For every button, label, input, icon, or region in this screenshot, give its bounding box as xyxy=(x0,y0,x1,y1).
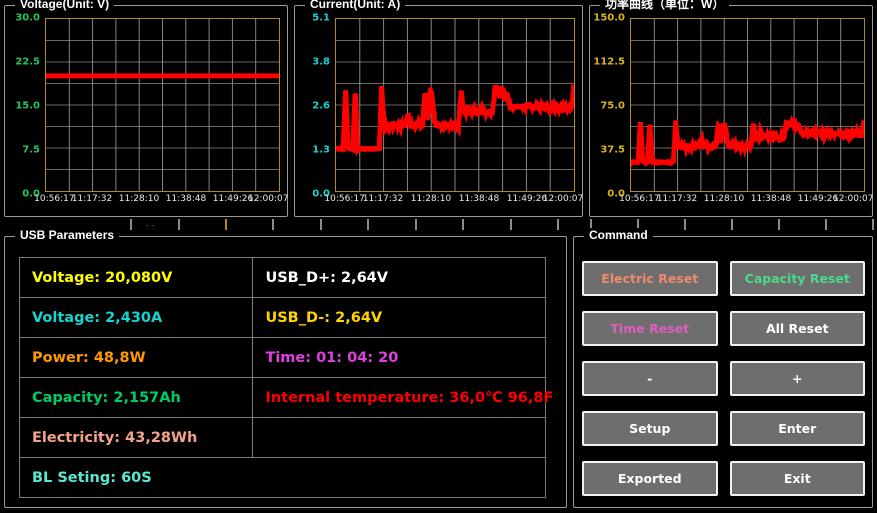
current-x-tick-label: 11:28:10 xyxy=(410,194,452,204)
clipped-tick xyxy=(415,219,417,230)
application-window: Voltage(Unit: V) 30.0 22.5 15.0 7.5 0.0 10:5… xyxy=(0,0,877,513)
current-y-tick-label: 2.6 xyxy=(312,100,330,112)
power-x-tick-label: 11:28:10 xyxy=(703,194,745,204)
power-x-axis: 10:56:17 11:17:32 11:28:10 11:38:48 11:49:26… xyxy=(619,194,873,208)
clipped-tick xyxy=(778,219,780,230)
command-button-exported[interactable]: Exported xyxy=(582,461,718,496)
clipped-tick xyxy=(825,219,827,230)
usb-param-cell: Time: 01: 04: 20 xyxy=(252,337,546,378)
usb-parameters-panel: USB Parameters Voltage: 20,080V USB_D+: 2… xyxy=(4,228,567,508)
current-y-tick-label: 1.3 xyxy=(312,144,330,156)
current-x-tick-label: 12:00:07 xyxy=(542,194,584,204)
power-y-tick-label: 112.5 xyxy=(593,56,625,68)
clipped-tick xyxy=(367,219,369,230)
power-y-axis: 150.0 112.5 75.0 37.5 0.0 xyxy=(590,6,628,216)
current-x-tick-label: 11:17:32 xyxy=(362,194,404,204)
voltage-x-tick-label: 10:56:17 xyxy=(34,194,75,204)
current-y-tick-label: 3.8 xyxy=(312,56,330,68)
voltage-y-tick-label: 22.5 xyxy=(15,56,40,68)
voltage-x-tick-label: 11:17:32 xyxy=(71,194,113,204)
power-x-tick-label: 11:38:48 xyxy=(750,194,792,204)
clipped-tick xyxy=(225,219,227,230)
usb-param-cell: USB_D+: 2,64V xyxy=(252,257,546,298)
current-chart-body: 5.1 3.8 2.6 1.3 0.0 10:56:17 11:17:32 11:28:10… xyxy=(295,6,583,216)
table-row: BL Seting: 60S xyxy=(19,457,546,498)
usb-param-cell: Power: 48,8W xyxy=(18,337,254,378)
power-plot-area[interactable] xyxy=(630,18,865,192)
clipped-tick xyxy=(731,219,733,230)
clipped-tick xyxy=(872,219,874,230)
voltage-y-tick-label: 30.0 xyxy=(15,12,40,24)
current-chart-panel: Current(Unit: A) 5.1 3.8 2.6 1.3 0.0 10:56:1… xyxy=(294,0,583,217)
usb-param-cell: Capacity: 2,157Ah xyxy=(18,377,254,418)
usb-param-cell: Internal temperature: 36,0℃ 96,8F xyxy=(252,377,553,418)
power-chart-panel: 功率曲线（单位：W） 150.0 112.5 75.0 37.5 0.0 10:56:1… xyxy=(589,0,873,217)
voltage-x-tick-label: 11:38:48 xyxy=(165,194,207,204)
voltage-x-tick-label: 11:28:10 xyxy=(118,194,160,204)
voltage-chart-panel: Voltage(Unit: V) 30.0 22.5 15.0 7.5 0.0 10:5… xyxy=(4,0,288,217)
voltage-x-tick-label: 12:00:07 xyxy=(248,194,289,204)
current-x-tick-label: 10:56:17 xyxy=(324,194,365,204)
command-button-minus[interactable]: - xyxy=(582,361,718,396)
clipped-tick-label: - - xyxy=(146,221,155,230)
command-button-grid: Electric Reset Capacity Reset Time Reset Al… xyxy=(582,261,865,496)
command-panel: Command Electric Reset Capacity Reset Time… xyxy=(573,228,873,508)
current-x-tick-label: 11:38:48 xyxy=(458,194,500,204)
clipped-tick xyxy=(510,219,512,230)
clipped-tick xyxy=(684,219,686,230)
usb-param-cell xyxy=(252,417,546,458)
table-row: Voltage: 2,430A USB_D-: 2,64V xyxy=(18,297,546,338)
clipped-tick xyxy=(557,219,559,230)
table-row: Electricity: 43,28Wh xyxy=(18,417,546,458)
voltage-chart-body: 30.0 22.5 15.0 7.5 0.0 10:56:17 11:17:32 11:28… xyxy=(5,6,288,216)
clipped-axis-strip-left: - - xyxy=(130,219,570,231)
current-plot-area[interactable] xyxy=(335,18,575,192)
command-button-exit[interactable]: Exit xyxy=(729,461,865,496)
voltage-y-axis: 30.0 22.5 15.0 7.5 0.0 xyxy=(5,6,43,216)
clipped-tick xyxy=(320,219,322,230)
usb-parameters-table: Voltage: 20,080V USB_D+: 2,64V Voltage: 2,… xyxy=(18,257,553,498)
usb-parameters-title: USB Parameters xyxy=(15,228,120,242)
table-row: Voltage: 20,080V USB_D+: 2,64V xyxy=(18,257,546,298)
power-x-tick-label: 10:56:17 xyxy=(619,194,660,204)
voltage-y-tick-label: 15.0 xyxy=(15,100,40,112)
table-row: Power: 48,8W Time: 01: 04: 20 xyxy=(18,337,546,378)
usb-param-cell: Electricity: 43,28Wh xyxy=(18,417,254,458)
usb-param-cell: Voltage: 2,430A xyxy=(18,297,254,338)
command-button-setup[interactable]: Setup xyxy=(582,411,718,446)
command-button-capacity-reset[interactable]: Capacity Reset xyxy=(729,261,865,296)
power-chart-body: 150.0 112.5 75.0 37.5 0.0 10:56:17 11:17:32 11… xyxy=(590,6,873,216)
usb-param-cell: Voltage: 20,080V xyxy=(18,257,254,298)
command-button-plus[interactable]: + xyxy=(729,361,865,396)
usb-param-bl-setting: BL Seting: 60S xyxy=(19,457,546,498)
power-y-tick-label: 37.5 xyxy=(600,144,625,156)
table-row: Capacity: 2,157Ah Internal temperature: 3… xyxy=(18,377,553,418)
power-x-tick-label: 12:00:07 xyxy=(833,194,874,204)
command-button-electric-reset[interactable]: Electric Reset xyxy=(582,261,718,296)
power-y-tick-label: 150.0 xyxy=(593,12,625,24)
voltage-plot-area[interactable] xyxy=(45,18,280,192)
voltage-y-tick-label: 7.5 xyxy=(22,144,40,156)
power-x-tick-label: 11:17:32 xyxy=(656,194,698,204)
clipped-tick xyxy=(130,219,132,230)
clipped-tick xyxy=(272,219,274,230)
current-x-tick-label: 11:49:26 xyxy=(506,194,548,204)
command-button-all-reset[interactable]: All Reset xyxy=(729,311,865,346)
command-button-enter[interactable]: Enter xyxy=(729,411,865,446)
command-button-time-reset[interactable]: Time Reset xyxy=(582,311,718,346)
usb-param-cell: USB_D-: 2,64V xyxy=(252,297,546,338)
power-y-tick-label: 75.0 xyxy=(600,100,625,112)
current-y-tick-label: 5.1 xyxy=(312,12,330,24)
clipped-tick xyxy=(178,219,180,230)
current-x-axis: 10:56:17 11:17:32 11:28:10 11:38:48 11:49:26… xyxy=(324,194,583,208)
command-title: Command xyxy=(584,228,653,242)
clipped-tick xyxy=(462,219,464,230)
current-y-axis: 5.1 3.8 2.6 1.3 0.0 xyxy=(295,6,333,216)
voltage-x-axis: 10:56:17 11:17:32 11:28:10 11:38:48 11:49:26… xyxy=(34,194,288,208)
